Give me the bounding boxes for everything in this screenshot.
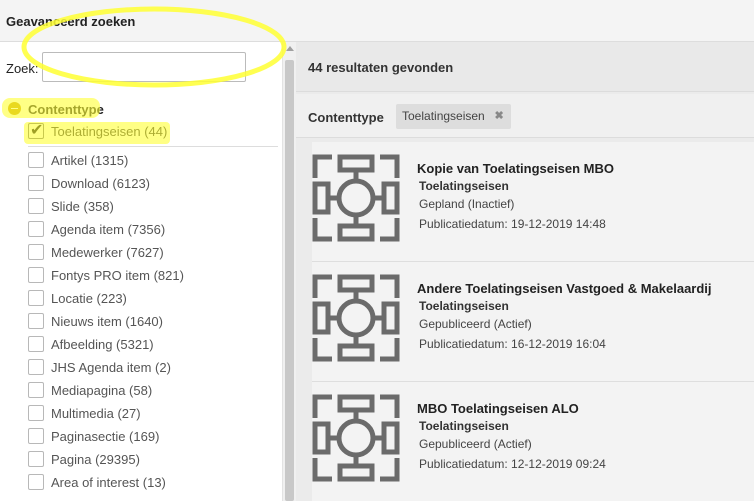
result-list: Kopie van Toelatingseisen MBO Toelatings… [312,142,754,501]
facet-checkbox[interactable] [28,336,44,352]
collapse-icon[interactable] [8,102,21,115]
facet-item[interactable]: Slide (358) [28,198,278,221]
close-icon[interactable]: ✖ [495,110,504,123]
facet-divider [28,146,278,147]
facet-checkbox[interactable] [28,175,44,191]
facet-checkbox[interactable] [28,198,44,214]
facet-checkbox[interactable] [28,451,44,467]
facet-item-label: Pagina (29395) [51,452,140,467]
facet-item[interactable]: Afbeelding (5321) [28,336,278,359]
active-filters: Contenttype Toelatingseisen ✖ [296,94,754,138]
title-bar: Geavanceerd zoeken [0,0,754,42]
facet-checkbox[interactable] [28,267,44,283]
facet-item-label: Download (6123) [51,176,151,191]
facet-checkbox[interactable] [28,405,44,421]
facet-checkbox[interactable] [28,474,44,490]
result-item[interactable]: MBO Toelatingseisen ALO Toelatingseisen … [312,382,754,501]
facet-item-label: Fontys PRO item (821) [51,268,184,283]
facet-item[interactable]: Download (6123) [28,175,278,198]
facet-item-label: Agenda item (7356) [51,222,166,237]
result-type: Toelatingseisen [419,179,509,193]
scroll-up-arrow-icon[interactable] [286,46,294,51]
facet-item[interactable]: Area of interest (13) [28,474,278,497]
facet-item-label: Paginasectie (169) [51,429,160,444]
facet-item[interactable]: Multimedia (27) [28,405,278,428]
facet-checkbox[interactable] [28,428,44,444]
facet-item[interactable]: Mediapagina (58) [28,382,278,405]
facet-item[interactable]: Fontys PRO item (821) [28,267,278,290]
facet-checkbox[interactable] [28,382,44,398]
sidebar-scrollbar[interactable] [282,42,296,501]
facet-checkbox[interactable] [28,152,44,168]
checkmark-icon: ✔ [30,120,44,139]
facet-item[interactable]: Artikel (1315) [28,152,278,175]
facet-item[interactable]: JHS Agenda item (2) [28,359,278,382]
results-panel: 44 resultaten gevonden Contenttype Toela… [296,42,754,501]
filter-tag-label: Toelatingseisen [402,109,485,123]
facet-item[interactable]: Nieuws item (1640) [28,313,278,336]
content-type-icon [312,394,400,482]
facet-title: Contenttype [28,102,104,117]
content-type-icon [312,154,400,242]
result-item[interactable]: Andere Toelatingseisen Vastgoed & Makela… [312,262,754,382]
result-type: Toelatingseisen [419,299,509,313]
facet-checkbox[interactable] [28,290,44,306]
content-type-icon [312,274,400,362]
result-date: Publicatiedatum: 16-12-2019 16:04 [419,337,606,351]
active-filter-label: Contenttype [308,110,384,125]
result-status: Gepubliceerd (Actief) [419,437,532,451]
result-status: Gepland (Inactief) [419,197,515,211]
facet-item-label: Toelatingseisen (44) [51,124,168,139]
facet-item-label: Afbeelding (5321) [51,337,154,352]
facet-item-label: Nieuws item (1640) [51,314,163,329]
facet-item-label: JHS Agenda item (2) [51,360,171,375]
facet-checkbox[interactable] [28,313,44,329]
filter-sidebar: Zoek: Contenttype ✔ Toelatingseisen (44)… [0,42,282,501]
facet-checkbox[interactable] [28,244,44,260]
result-type: Toelatingseisen [419,419,509,433]
facet-item-label: Slide (358) [51,199,114,214]
facet-item[interactable]: Medewerker (7627) [28,244,278,267]
facet-item-label: Artikel (1315) [51,153,129,168]
facet-item-label: Mediapagina (58) [51,383,153,398]
facet-item[interactable]: Paginasectie (169) [28,428,278,451]
search-input[interactable] [42,52,246,82]
facet-checkbox-checked[interactable]: ✔ [28,120,44,139]
result-item[interactable]: Kopie van Toelatingseisen MBO Toelatings… [312,142,754,262]
search-label: Zoek: [6,61,39,76]
facet-item-label: Area of interest (13) [51,475,166,490]
facet-item-label: Multimedia (27) [51,406,141,421]
result-title[interactable]: MBO Toelatingseisen ALO [417,401,579,416]
result-status: Gepubliceerd (Actief) [419,317,532,331]
active-filter-tag: Toelatingseisen ✖ [396,104,511,129]
result-date: Publicatiedatum: 12-12-2019 09:24 [419,457,606,471]
facet-item[interactable]: Pagina (29395) [28,451,278,474]
facet-item-label: Locatie (223) [51,291,127,306]
results-header: 44 resultaten gevonden [296,42,754,92]
window-title: Geavanceerd zoeken [6,14,136,29]
facet-item[interactable]: Agenda item (7356) [28,221,278,244]
result-title[interactable]: Kopie van Toelatingseisen MBO [417,161,614,176]
results-count: 44 resultaten gevonden [308,60,454,75]
scrollbar-thumb[interactable] [285,60,294,501]
facet-item[interactable]: Locatie (223) [28,290,278,313]
facet-item-label: Medewerker (7627) [51,245,164,260]
facet-list: Artikel (1315) Download (6123) Slide (35… [28,152,278,497]
result-date: Publicatiedatum: 19-12-2019 14:48 [419,217,606,231]
result-title[interactable]: Andere Toelatingseisen Vastgoed & Makela… [417,281,712,296]
facet-checkbox[interactable] [28,359,44,375]
facet-checkbox[interactable] [28,221,44,237]
